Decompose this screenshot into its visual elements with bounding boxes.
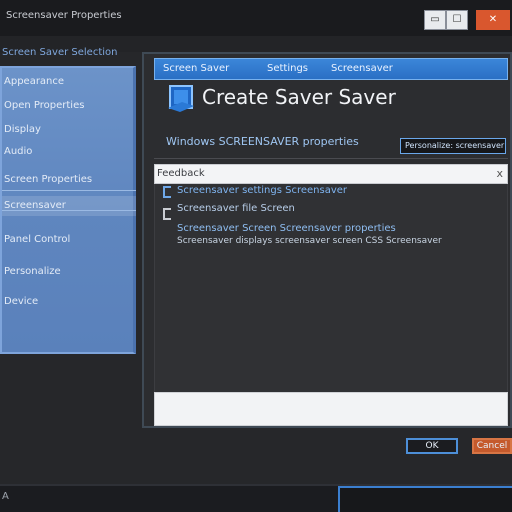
tab-settings[interactable]: Settings xyxy=(267,59,308,79)
sidebar-item-panel-control[interactable]: Panel Control xyxy=(2,230,136,250)
screensaver-field[interactable]: Personalize: screensaver xyxy=(400,138,506,154)
cancel-button[interactable]: Cancel xyxy=(472,438,512,454)
sidebar-divider xyxy=(2,210,136,211)
taskbar-active-window[interactable] xyxy=(338,486,512,512)
dialog-tab-bar: Screen Saver Settings Screensaver xyxy=(154,58,508,80)
sidebar-panel: Appearance Open Properties Display Audio… xyxy=(0,66,136,354)
sidebar-divider xyxy=(2,190,136,191)
results-header-label: Feedback xyxy=(157,168,205,179)
tab-screen-saver[interactable]: Screen Saver xyxy=(163,59,229,79)
close-icon: ✕ xyxy=(488,14,498,25)
close-button[interactable]: ✕ xyxy=(476,10,510,30)
results-header: Feedback x xyxy=(154,164,508,184)
result-line: Screensaver displays screensaver screen … xyxy=(177,236,442,246)
taskbar: A xyxy=(0,484,512,512)
minimize-button[interactable]: ▭ xyxy=(424,10,446,30)
sidebar-header: Screen Saver Selection xyxy=(2,47,118,58)
bracket-icon xyxy=(163,208,171,220)
results-panel: Screensaver settings Screensaver Screens… xyxy=(154,184,508,392)
result-line: Screensaver file Screen xyxy=(177,203,295,214)
dialog-title: Create Saver Saver xyxy=(202,85,396,109)
ok-button[interactable]: OK xyxy=(406,438,458,454)
dialog-divider xyxy=(154,158,508,159)
sidebar-item-appearance[interactable]: Appearance xyxy=(2,72,136,92)
window-title: Screensaver Properties xyxy=(6,10,122,21)
sidebar-item-display[interactable]: Display xyxy=(2,120,136,140)
results-close-icon[interactable]: x xyxy=(496,165,503,183)
status-area xyxy=(154,392,508,426)
sidebar-item-screensaver[interactable]: Screensaver xyxy=(2,196,136,216)
screen: Screensaver Properties ▭ ☐ ✕ Screen Save… xyxy=(0,0,512,512)
screensaver-icon xyxy=(168,85,194,112)
sidebar-item-open-properties[interactable]: Open Properties xyxy=(2,96,136,116)
sidebar-item-device[interactable]: Device xyxy=(2,292,136,312)
start-button[interactable]: A xyxy=(2,489,9,505)
sidebar-item-screen-properties[interactable]: Screen Properties xyxy=(2,170,136,190)
sidebar-item-personalize[interactable]: Personalize xyxy=(2,262,136,282)
window-titlebar: Screensaver Properties ▭ ☐ ✕ xyxy=(0,0,512,37)
result-line: Screensaver settings Screensaver xyxy=(177,185,348,196)
tab-screensaver[interactable]: Screensaver xyxy=(331,59,393,79)
maximize-icon: ☐ xyxy=(452,14,462,25)
sidebar: Screen Saver Selection Appearance Open P… xyxy=(0,44,142,362)
minimize-icon: ▭ xyxy=(430,14,440,25)
bracket-icon xyxy=(163,186,171,198)
screensaver-dialog: Screen Saver Settings Screensaver Create… xyxy=(142,52,512,428)
maximize-button[interactable]: ☐ xyxy=(446,10,468,30)
dialog-subtitle: Windows SCREENSAVER properties xyxy=(166,135,359,148)
sidebar-item-audio[interactable]: Audio xyxy=(2,142,136,162)
